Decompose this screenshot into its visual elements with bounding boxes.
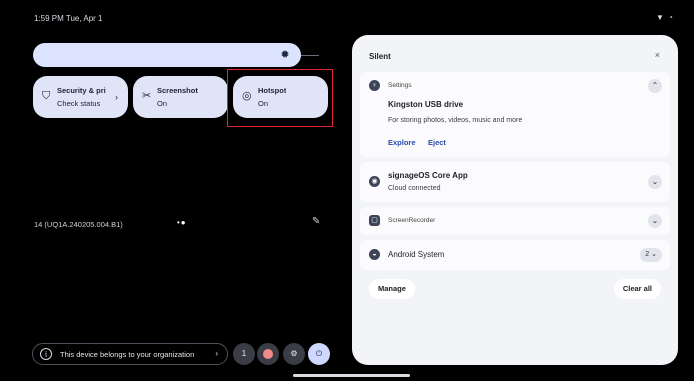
close-icon[interactable]: × (655, 50, 660, 60)
avatar-icon (263, 348, 273, 359)
notification-app-name: Settings (388, 82, 412, 89)
user-count-button[interactable]: 1 (233, 343, 255, 365)
brightness-slider[interactable]: ✹ (33, 43, 301, 67)
build-number: 14 (UQ1A.240205.004.B1) (34, 220, 123, 229)
scissors-icon: ✂ (142, 90, 152, 102)
panel-header: Silent (369, 52, 391, 61)
brightness-icon: ✹ (280, 49, 290, 61)
highlight-box (227, 69, 333, 127)
tile-security-title: Security & pri (57, 86, 106, 95)
notification-settings[interactable]: ♀ Settings ⌃ Kingston USB drive For stor… (360, 72, 670, 157)
settings-app-icon: ♀ (369, 80, 380, 91)
notification-title: Kingston USB drive (388, 100, 464, 109)
status-time: 1:59 PM Tue, Apr 1 (34, 14, 103, 23)
edit-icon[interactable]: ✎ (312, 216, 320, 227)
manage-button[interactable]: Manage (369, 279, 415, 299)
clear-all-button[interactable]: Clear all (613, 279, 661, 299)
tile-screenshot-title: Screenshot (157, 86, 198, 95)
brightness-track[interactable] (301, 55, 319, 56)
tile-screenshot[interactable]: ✂ Screenshot On (133, 76, 228, 118)
notification-text: For storing photos, videos, music and mo… (388, 117, 523, 124)
notification-screenrecorder[interactable]: ▢ ScreenRecorder ⌄ (360, 207, 670, 235)
notification-title: Android System (388, 250, 445, 259)
explore-button[interactable]: Explore (388, 138, 416, 147)
chevron-right-icon: › (115, 92, 118, 102)
notification-android-system[interactable]: ◒ Android System 2 ⌄ (360, 240, 670, 270)
page-indicator: •● (177, 218, 187, 227)
notification-text: Cloud connected (388, 185, 441, 192)
chevron-down-icon[interactable]: ⌄ (648, 214, 662, 228)
power-button[interactable]: ⏻ (308, 343, 330, 365)
app-icon: ◉ (369, 176, 380, 187)
android-icon: ◒ (369, 249, 380, 260)
status-icons: ▼ ◔ (656, 13, 674, 22)
notification-count-pill[interactable]: 2 ⌄ (640, 248, 662, 262)
organization-info-button[interactable]: i This device belongs to your organizati… (32, 343, 228, 365)
chevron-right-icon: › (215, 349, 218, 358)
shield-icon: ⛉ (42, 90, 51, 102)
chevron-down-icon[interactable]: ⌄ (648, 175, 662, 189)
tile-security-subtitle: Check status (57, 99, 101, 108)
organization-text: This device belongs to your organization (60, 350, 195, 359)
tile-security[interactable]: ⛉ Security & pri Check status › (33, 76, 128, 118)
eject-button[interactable]: Eject (428, 138, 446, 147)
user-avatar-button[interactable] (257, 343, 279, 365)
settings-button[interactable]: ⚙ (283, 343, 305, 365)
screen-recorder-icon: ▢ (369, 215, 380, 226)
notification-app-name: ScreenRecorder (388, 217, 436, 224)
notification-panel: Silent × ♀ Settings ⌃ Kingston USB drive… (352, 35, 678, 365)
home-handle[interactable] (293, 374, 410, 377)
info-icon: i (40, 348, 52, 360)
notification-count: 2 (645, 251, 650, 258)
notification-signageos[interactable]: ◉ signageOS Core App Cloud connected ⌄ (360, 162, 670, 202)
tile-screenshot-subtitle: On (157, 99, 168, 108)
notification-title: signageOS Core App (388, 171, 468, 180)
chevron-up-icon[interactable]: ⌃ (648, 79, 662, 93)
